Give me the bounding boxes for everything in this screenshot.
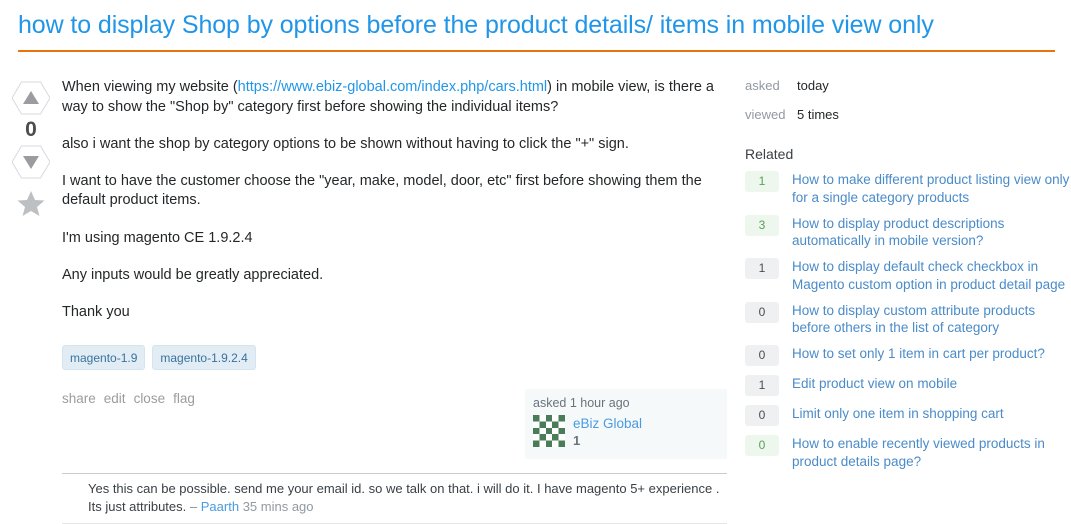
comment-list: Yes this can be possible. send me your e… [62, 472, 727, 524]
question-external-link[interactable]: https://www.ebiz-global.com/index.php/ca… [238, 79, 547, 95]
question-post: 0 When viewing my website (https://www.e… [0, 52, 745, 524]
post-menu: share edit close flag [62, 389, 195, 406]
related-question-link[interactable]: How to make different product listing vi… [792, 171, 1071, 206]
related-vote-badge: 0 [745, 301, 779, 323]
list-item: 1 How to display default check checkbox … [745, 258, 1071, 293]
related-question-link[interactable]: How to display default check checkbox in… [792, 258, 1071, 293]
sidebar: asked today viewed 5 times Related 1 How… [745, 52, 1071, 479]
comment-text: Yes this can be possible. send me your e… [88, 480, 720, 514]
related-list: 1 How to make different product listing … [745, 171, 1071, 470]
related-vote-badge: 3 [745, 214, 779, 236]
stat-viewed-label: viewed [745, 107, 786, 123]
related-vote-badge: 1 [745, 258, 779, 280]
avatar[interactable] [533, 414, 565, 447]
question-paragraph-6: Thank you [62, 304, 130, 321]
question-paragraph-4: I'm using magento CE 1.9.2.4 [62, 229, 253, 246]
stat-viewed-value: 5 times [797, 107, 839, 123]
stat-asked: asked today [745, 78, 1071, 93]
related-question-link[interactable]: Edit product view on mobile [792, 375, 1071, 392]
related-vote-badge: 0 [745, 405, 779, 427]
tag-magento-1-9-2-4[interactable]: magento-1.9.2.4 [152, 344, 256, 370]
related-vote-badge: 1 [745, 375, 779, 397]
comment-author-link[interactable]: Paarth [201, 499, 239, 514]
flag-link[interactable]: flag [173, 391, 195, 406]
related-heading: Related [745, 146, 794, 163]
comment-item: Yes this can be possible. send me your e… [62, 474, 727, 524]
edit-link[interactable]: edit [104, 391, 126, 406]
question-owner-card: asked 1 hour ago eBiz Global 1 [525, 388, 727, 459]
related-question-link[interactable]: How to display product descriptions auto… [792, 215, 1071, 250]
question-body: When viewing my website (https://www.ebi… [62, 78, 727, 322]
vote-up-button[interactable] [12, 81, 50, 115]
tag-magento-1-9[interactable]: magento-1.9 [62, 344, 146, 370]
question-header: how to display Shop by options before th… [0, 0, 1071, 53]
user-reputation: 1 [573, 433, 581, 449]
related-question-link[interactable]: How to set only 1 item in cart per produ… [792, 345, 1071, 362]
list-item: 3 How to display product descriptions au… [745, 214, 1071, 250]
list-item: 0 Limit only one item in shopping cart [745, 405, 1071, 427]
list-item: 0 How to enable recently viewed products… [745, 435, 1071, 470]
tag-list: magento-1.9 magento-1.9.2.4 [62, 344, 727, 370]
vote-cell: 0 [0, 78, 62, 217]
list-item: 1 Edit product view on mobile [745, 375, 1071, 397]
question-main-column: 0 When viewing my website (https://www.e… [0, 52, 745, 524]
user-name-link[interactable]: eBiz Global [573, 415, 642, 433]
question-stats: asked today viewed 5 times [745, 78, 1071, 122]
related-vote-badge: 1 [745, 171, 779, 193]
comment-timestamp: 35 mins ago [242, 498, 314, 514]
related-question-link[interactable]: Limit only one item in shopping cart [792, 405, 1071, 422]
question-paragraph-5: Any inputs would be greatly appreciated. [62, 266, 324, 283]
question-paragraph-3: I want to have the customer choose the "… [62, 173, 702, 209]
list-item: 0 How to display custom attribute produc… [745, 301, 1071, 337]
related-vote-badge: 0 [745, 345, 779, 367]
paragraph-text-before: When viewing my website ( [62, 79, 238, 96]
share-link[interactable]: share [62, 391, 96, 406]
vote-count: 0 [25, 118, 37, 142]
stat-viewed: viewed 5 times [745, 107, 1071, 122]
stat-asked-value: today [797, 78, 829, 94]
user-meta: eBiz Global 1 [573, 415, 642, 450]
list-item: 1 How to make different product listing … [745, 171, 1071, 206]
identicon-avatar-icon [533, 414, 565, 447]
user-details: eBiz Global 1 [533, 414, 719, 450]
star-icon [17, 191, 45, 217]
related-question-link[interactable]: How to display custom attribute products… [792, 302, 1071, 337]
list-item: 0 How to set only 1 item in cart per pro… [745, 345, 1071, 367]
comment-dash: – [189, 498, 198, 514]
stat-asked-label: asked [745, 78, 780, 94]
page-title[interactable]: how to display Shop by options before th… [18, 10, 1055, 41]
question-body-cell: When viewing my website (https://www.ebi… [62, 78, 745, 524]
favorite-star-button[interactable] [0, 190, 62, 217]
related-question-link[interactable]: How to enable recently viewed products i… [792, 435, 1071, 470]
vote-down-button[interactable] [12, 145, 50, 179]
asked-time: asked 1 hour ago [533, 395, 630, 410]
related-vote-badge: 0 [745, 435, 779, 457]
close-link[interactable]: close [134, 391, 166, 406]
post-footer: share edit close flag asked 1 hour ago e… [62, 388, 727, 459]
question-paragraph-1: When viewing my website (https://www.ebi… [62, 78, 727, 117]
content-wrapper: 0 When viewing my website (https://www.e… [0, 52, 1071, 524]
question-paragraph-2: also i want the shop by category options… [62, 135, 629, 152]
